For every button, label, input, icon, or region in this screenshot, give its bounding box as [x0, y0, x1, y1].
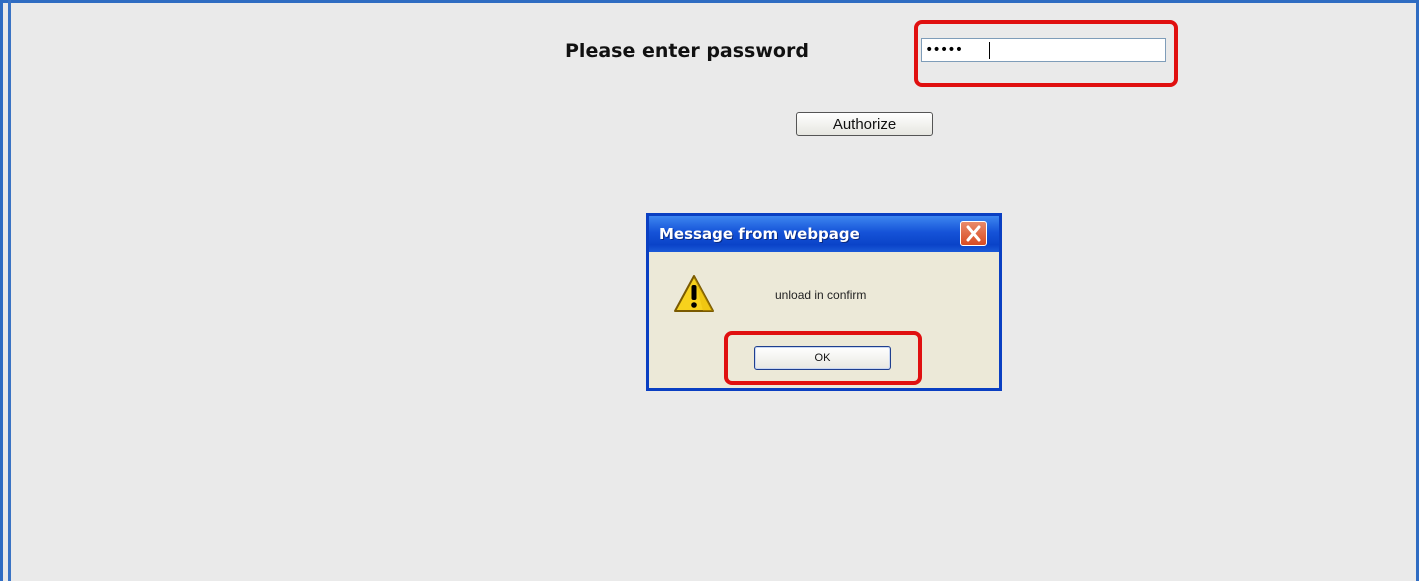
password-label: Please enter password [565, 40, 809, 62]
ok-button[interactable]: OK [754, 346, 891, 370]
dialog-message: unload in confirm [775, 288, 867, 302]
close-button[interactable] [960, 221, 987, 246]
password-input[interactable] [921, 38, 1166, 62]
warning-icon [674, 275, 714, 312]
frame-left-edge [8, 0, 11, 581]
dialog-title-bar[interactable]: Message from webpage [649, 216, 999, 252]
dialog-title: Message from webpage [659, 225, 860, 243]
close-icon [966, 225, 981, 242]
authorize-button[interactable]: Authorize [796, 112, 933, 136]
text-caret [989, 42, 990, 59]
message-dialog: Message from webpage unload in confirm O… [646, 213, 1002, 391]
